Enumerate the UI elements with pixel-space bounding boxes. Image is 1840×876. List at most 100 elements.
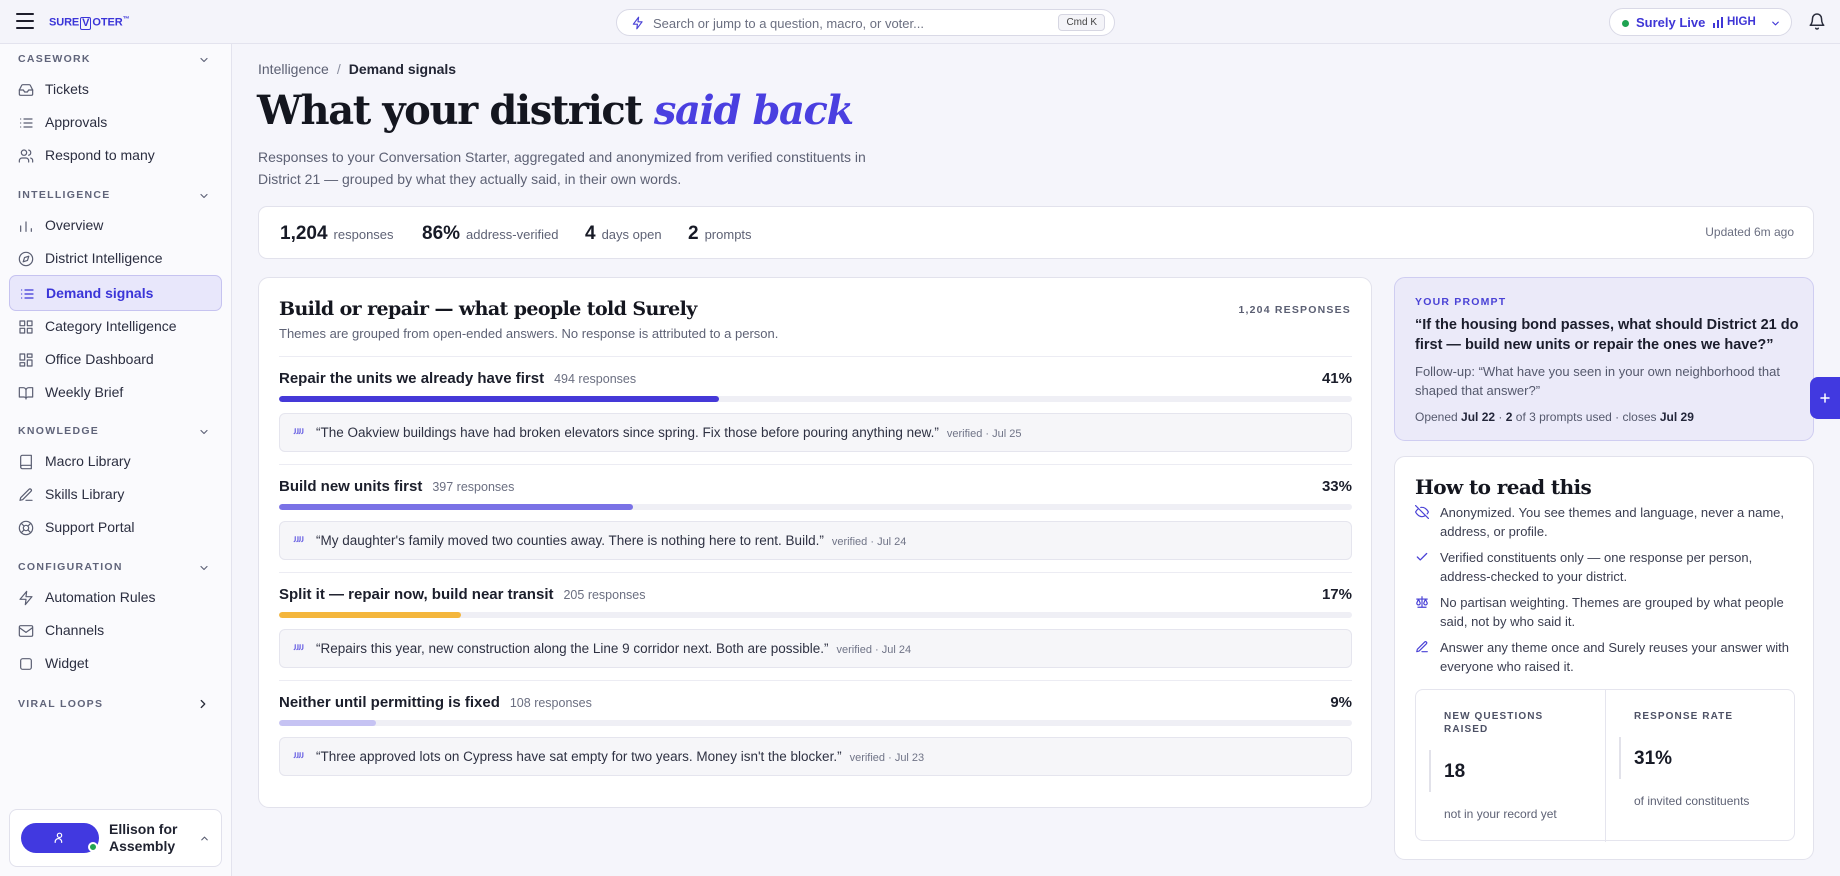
sidebar-item-district-intelligence[interactable]: District Intelligence — [9, 243, 222, 275]
account-name: Ellison for Assembly — [109, 821, 178, 854]
metric-label: NEW QUESTIONS RAISED — [1444, 711, 1544, 735]
stat-address-verified: 86% address-verified — [422, 223, 559, 244]
sidebar-item-skills-library[interactable]: Skills Library — [9, 479, 222, 511]
updated-timestamp: Updated 6m ago — [1705, 225, 1794, 239]
account-switcher[interactable]: Ellison for Assembly — [9, 809, 222, 867]
sidebar-item-label: Respond to many — [45, 147, 155, 163]
metric-value: 31% — [1634, 748, 1673, 769]
theme-share-bar — [279, 504, 1352, 510]
quote-text: “My daughter's family moved two counties… — [316, 533, 824, 548]
sidebar-item-weekly-brief[interactable]: Weekly Brief — [9, 377, 222, 409]
live-status-dropdown[interactable]: Surely Live HIGH — [1609, 8, 1792, 36]
quote-icon — [293, 752, 304, 759]
sidebar-item-approvals[interactable]: Approvals — [9, 107, 222, 139]
stat-responses: 1,204 responses — [280, 223, 394, 244]
theme-percent: 41% — [1321, 370, 1352, 387]
sidebar-item-macro-library[interactable]: Macro Library — [9, 446, 222, 478]
sidebar-item-demand-signals[interactable]: Demand signals — [9, 275, 222, 311]
theme-share-bar — [279, 612, 1352, 618]
logo[interactable]: SURE V OTER™ — [49, 16, 130, 30]
breadcrumb-parent-link[interactable]: Intelligence — [258, 61, 329, 77]
quote-icon — [293, 536, 304, 543]
square-icon — [18, 656, 34, 672]
section-knowledge[interactable]: KNOWLEDGE — [18, 425, 214, 437]
page-title-emphasis: said back — [653, 87, 854, 134]
divider — [279, 356, 1352, 357]
theme-percent: 17% — [1321, 586, 1352, 603]
search-input[interactable]: Search or jump to a question, macro, or … — [616, 9, 1115, 36]
theme-share-bar — [279, 396, 1352, 402]
theme-share-fill — [279, 504, 634, 510]
theme-share-fill — [279, 720, 376, 726]
chevron-down-icon — [198, 190, 210, 202]
sidebar-item-label: Overview — [45, 217, 104, 233]
how-to-read-text: Verified constituents only — one respons… — [1440, 550, 1753, 584]
menu-icon[interactable] — [16, 13, 34, 29]
theme-quote: “Repairs this year, new construction alo… — [279, 629, 1352, 668]
sidebar-item-support-portal[interactable]: Support Portal — [9, 512, 222, 544]
themes-card: Build or repair — what people told Surel… — [258, 277, 1372, 808]
theme-count: 397 responses — [432, 480, 515, 494]
sidebar-item-category-intelligence[interactable]: Category Intelligence — [9, 311, 222, 343]
lifebuoy-icon — [18, 520, 34, 536]
compass-icon — [18, 251, 34, 267]
theme-count: 108 responses — [509, 696, 592, 710]
divider — [279, 680, 1352, 681]
sidebar-item-label: Automation Rules — [45, 589, 156, 605]
chevron-down-icon — [198, 54, 210, 66]
divider — [279, 464, 1352, 465]
theme-share-fill — [279, 396, 719, 402]
section-configuration[interactable]: CONFIGURATION — [18, 561, 214, 573]
verified-date: verified · Jul 25 — [946, 428, 1022, 440]
metric-accent-line — [1429, 750, 1431, 792]
sidebar-item-channels[interactable]: Channels — [9, 615, 222, 647]
page-subtitle: Responses to your Conversation Starter, … — [258, 149, 866, 187]
list-icon — [19, 286, 35, 302]
verified-date: verified · Jul 24 — [831, 536, 907, 548]
scale-icon — [1416, 596, 1428, 608]
bolt-icon — [18, 590, 34, 606]
prompt-followup: Follow-up: “What have you seen in your o… — [1415, 364, 1780, 398]
signal-icon — [1712, 17, 1724, 29]
sidebar-item-label: Office Dashboard — [45, 351, 154, 367]
theme-quote: “Three approved lots on Cypress have sat… — [279, 737, 1352, 776]
bell-icon[interactable] — [1808, 12, 1826, 31]
theme-title: Neither until permitting is fixed 108 res… — [279, 694, 592, 711]
sidebar-item-overview[interactable]: Overview — [9, 210, 222, 242]
section-casework[interactable]: CASEWORK — [18, 53, 214, 65]
sidebar-item-office-dashboard[interactable]: Office Dashboard — [9, 344, 222, 376]
section-viral-loops[interactable]: VIRAL LOOPS — [18, 698, 214, 710]
section-intelligence[interactable]: INTELLIGENCE — [18, 189, 214, 201]
search-placeholder: Search or jump to a question, macro, or … — [653, 16, 924, 31]
list-icon — [18, 115, 34, 131]
sidebar-item-label: Demand signals — [46, 285, 154, 301]
sidebar-item-label: Weekly Brief — [45, 384, 124, 400]
sidebar-item-respond-to-many[interactable]: Respond to many — [9, 140, 222, 172]
sidebar-item-label: Support Portal — [45, 519, 135, 535]
sidebar-item-tickets[interactable]: Tickets — [9, 74, 222, 106]
prompt-card: YOUR PROMPT “If the housing bond passes,… — [1394, 277, 1814, 441]
book-icon — [18, 385, 34, 401]
chevron-down-icon — [198, 426, 210, 438]
sidebar-item-automation-rules[interactable]: Automation Rules — [9, 582, 222, 614]
online-indicator — [88, 842, 98, 852]
theme-title: Split it — repair now, build near transi… — [279, 586, 646, 603]
how-to-read-text: Answer any theme once and Surely reuses … — [1440, 640, 1790, 674]
check-icon — [1416, 552, 1428, 561]
add-button[interactable] — [1810, 377, 1840, 419]
live-dot — [1622, 20, 1629, 27]
sidebar-item-widget[interactable]: Widget — [9, 648, 222, 680]
sidebar-item-label: Widget — [45, 655, 89, 671]
sidebar-item-label: Skills Library — [45, 486, 125, 502]
metric-new-questions: NEW QUESTIONS RAISED 18 not in your reco… — [1416, 690, 1605, 842]
pen-icon — [1416, 641, 1428, 653]
stat-prompts: 2 prompts — [688, 223, 752, 244]
theme-percent: 9% — [1330, 694, 1352, 711]
bar-chart-icon — [18, 218, 34, 234]
theme-quote: “My daughter's family moved two counties… — [279, 521, 1352, 560]
chevron-down-icon — [198, 562, 210, 574]
how-to-read-title: How to read this — [1415, 475, 1592, 499]
prompt-meta: Opened Jul 22 · 2 of 3 prompts used · cl… — [1415, 410, 1694, 424]
total-responses-badge: 1,204 RESPONSES — [1238, 304, 1351, 316]
verified-date: verified · Jul 24 — [836, 644, 912, 656]
